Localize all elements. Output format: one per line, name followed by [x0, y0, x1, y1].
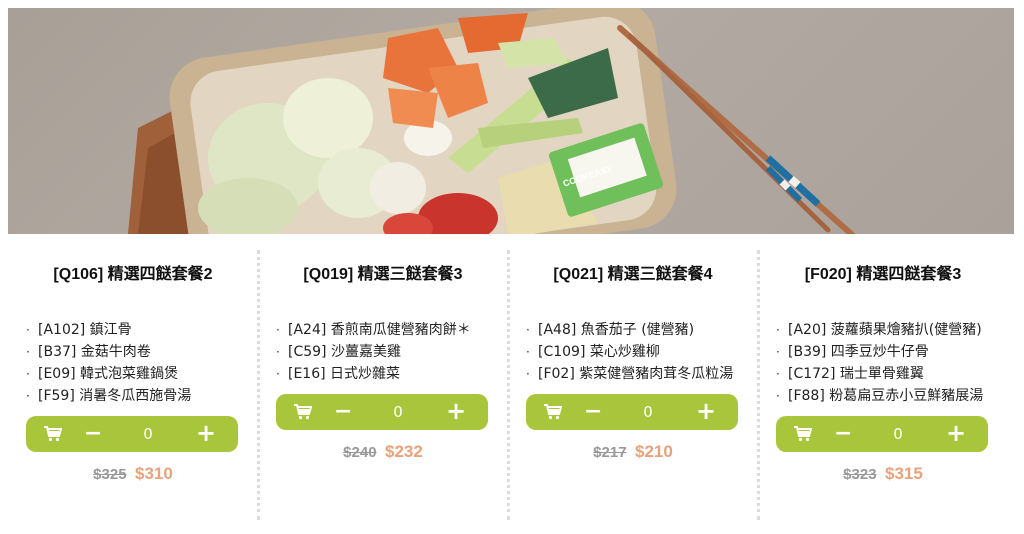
cart-icon[interactable]: [294, 404, 312, 420]
quantity-value[interactable]: 0: [136, 425, 160, 443]
bullet: ·: [26, 389, 30, 403]
bullet: ·: [526, 367, 530, 381]
bullet: ·: [526, 323, 530, 337]
add-to-cart-control: − 0 +: [276, 394, 488, 430]
dish-item: · [A102] 鎮江骨: [26, 319, 240, 341]
quantity-value[interactable]: 0: [636, 403, 660, 421]
sale-price: $310: [135, 464, 173, 483]
food-tray-illustration: COOKEASY: [128, 8, 856, 234]
product-card: [Q106] 精選四餸套餐2 · [A102] 鎮江骨 · [B37] 金菇牛肉卷 …: [8, 250, 258, 530]
sale-price: $210: [635, 442, 673, 461]
dish-name: [E09] 韓式泡菜雞鍋煲: [38, 366, 179, 382]
hero-banner-image: COOKEASY: [8, 8, 1014, 234]
dish-name: [B37] 金菇牛肉卷: [38, 344, 151, 360]
bullet: ·: [776, 389, 780, 403]
decrease-quantity-button[interactable]: −: [584, 398, 602, 426]
cart-icon[interactable]: [794, 426, 812, 442]
add-to-cart-control: − 0 +: [776, 416, 988, 452]
increase-quantity-button[interactable]: +: [196, 419, 216, 447]
cart-icon[interactable]: [44, 426, 62, 442]
add-to-cart-control: − 0 +: [26, 416, 238, 452]
original-price: $323: [843, 466, 877, 483]
dish-name: [B39] 四季豆炒牛仔骨: [788, 344, 929, 360]
dish-name: [F88] 粉葛扁豆赤小豆鮮豬展湯: [788, 388, 984, 404]
sale-price: $232: [385, 442, 423, 461]
dish-name: [A24] 香煎南瓜健營豬肉餅＊: [288, 322, 471, 338]
increase-quantity-button[interactable]: +: [696, 397, 716, 425]
dish-item: · [C109] 菜心炒雞柳: [526, 341, 740, 363]
bullet: ·: [526, 345, 530, 359]
dish-item: · [A20] 菠蘿蘋果燴豬扒(健營豬): [776, 319, 990, 341]
quantity-value[interactable]: 0: [386, 403, 410, 421]
dish-list: · [A102] 鎮江骨 · [B37] 金菇牛肉卷 · [E09] 韓式泡菜雞鍋煲 …: [26, 319, 240, 407]
decrease-quantity-button[interactable]: −: [834, 420, 852, 448]
dish-item: · [E09] 韓式泡菜雞鍋煲: [26, 363, 240, 385]
dish-name: [F59] 消暑冬瓜西施骨湯: [38, 388, 192, 404]
dish-name: [E16] 日式炒雜菜: [288, 366, 401, 382]
price-row: $325 $310: [26, 464, 240, 484]
dish-list: · [A24] 香煎南瓜健營豬肉餅＊ · [C59] 沙薑嘉美雞 · [E16] 日式…: [276, 319, 490, 385]
price-row: $217 $210: [526, 442, 740, 462]
decrease-quantity-button[interactable]: −: [84, 420, 102, 448]
dish-name: [F02] 紫菜健營豬肉茸冬瓜粒湯: [538, 366, 734, 382]
price-row: $240 $232: [276, 442, 490, 462]
product-card: [F020] 精選四餸套餐3 · [A20] 菠蘿蘋果燴豬扒(健營豬) · [B39…: [757, 250, 1008, 530]
original-price: $217: [593, 444, 627, 461]
dish-name: [C172] 瑞士單骨雞翼: [788, 366, 924, 382]
bullet: ·: [276, 345, 280, 359]
quantity-value[interactable]: 0: [886, 425, 910, 443]
increase-quantity-button[interactable]: +: [446, 397, 466, 425]
bullet: ·: [776, 323, 780, 337]
dish-list: · [A48] 魚香茄子 (健營豬) · [C109] 菜心炒雞柳 · [F02] 紫…: [526, 319, 740, 385]
product-title[interactable]: [Q106] 精選四餸套餐2: [26, 264, 240, 286]
bullet: ·: [26, 323, 30, 337]
product-title[interactable]: [Q021] 精選三餸套餐4: [526, 264, 740, 286]
product-card: [Q019] 精選三餸套餐3 · [A24] 香煎南瓜健營豬肉餅＊ · [C59] …: [257, 250, 508, 530]
bullet: ·: [776, 367, 780, 381]
product-title[interactable]: [Q019] 精選三餸套餐3: [276, 264, 490, 286]
dish-item: · [C172] 瑞士單骨雞翼: [776, 363, 990, 385]
dish-item: · [F02] 紫菜健營豬肉茸冬瓜粒湯: [526, 363, 740, 385]
dish-list: · [A20] 菠蘿蘋果燴豬扒(健營豬) · [B39] 四季豆炒牛仔骨 · [C17…: [776, 319, 990, 407]
dish-item: · [B37] 金菇牛肉卷: [26, 341, 240, 363]
bullet: ·: [776, 345, 780, 359]
dish-name: [A48] 魚香茄子 (健營豬): [538, 322, 695, 338]
bullet: ·: [276, 367, 280, 381]
dish-item: · [F59] 消暑冬瓜西施骨湯: [26, 385, 240, 407]
dish-name: [C59] 沙薑嘉美雞: [288, 344, 401, 360]
original-price: $240: [343, 444, 377, 461]
product-grid: [Q106] 精選四餸套餐2 · [A102] 鎮江骨 · [B37] 金菇牛肉卷 …: [8, 250, 1014, 530]
decrease-quantity-button[interactable]: −: [334, 398, 352, 426]
add-to-cart-control: − 0 +: [526, 394, 738, 430]
dish-item: · [A24] 香煎南瓜健營豬肉餅＊: [276, 319, 490, 341]
dish-item: · [E16] 日式炒雜菜: [276, 363, 490, 385]
sale-price: $315: [885, 464, 923, 483]
dish-name: [C109] 菜心炒雞柳: [538, 344, 660, 360]
bullet: ·: [26, 345, 30, 359]
dish-item: · [B39] 四季豆炒牛仔骨: [776, 341, 990, 363]
dish-name: [A20] 菠蘿蘋果燴豬扒(健營豬): [788, 322, 982, 338]
bullet: ·: [26, 367, 30, 381]
dish-item: · [F88] 粉葛扁豆赤小豆鮮豬展湯: [776, 385, 990, 407]
product-card: [Q021] 精選三餸套餐4 · [A48] 魚香茄子 (健營豬) · [C109]…: [507, 250, 758, 530]
price-row: $323 $315: [776, 464, 990, 484]
dish-item: · [A48] 魚香茄子 (健營豬): [526, 319, 740, 341]
product-title[interactable]: [F020] 精選四餸套餐3: [776, 264, 990, 286]
dish-item: · [C59] 沙薑嘉美雞: [276, 341, 490, 363]
original-price: $325: [93, 466, 127, 483]
cart-icon[interactable]: [544, 404, 562, 420]
bullet: ·: [276, 323, 280, 337]
increase-quantity-button[interactable]: +: [946, 419, 966, 447]
dish-name: [A102] 鎮江骨: [38, 322, 132, 338]
